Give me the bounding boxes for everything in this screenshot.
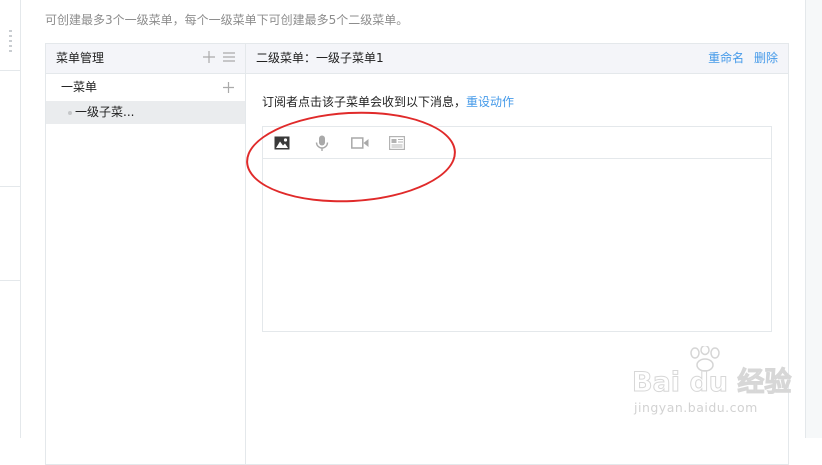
- media-toolbar: [263, 127, 771, 159]
- menu-tree-title: 菜单管理: [56, 51, 105, 65]
- detail-header: 二级菜单：一级子菜单1 重命名 删除: [246, 44, 788, 74]
- message-prompt: 订阅者点击该子菜单会收到以下消息，重设动作: [262, 93, 514, 110]
- submenu-item-label: 一级子菜...: [75, 105, 135, 119]
- menu-editor-panel: 菜单管理 一菜单 一级子菜... 二级菜单：一级子菜单1 重命名 删除 订阅者点…: [45, 43, 789, 465]
- left-sidebar-strip: [0, 0, 21, 438]
- plus-icon[interactable]: [223, 74, 234, 101]
- menu-item-level1[interactable]: 一菜单: [46, 74, 245, 101]
- message-editor: [262, 126, 772, 332]
- plus-icon[interactable]: [203, 44, 215, 73]
- divider: [0, 280, 20, 281]
- submenu-detail-column: 二级菜单：一级子菜单1 重命名 删除 订阅者点击该子菜单会收到以下消息，重设动作: [246, 44, 788, 464]
- reset-action-link[interactable]: 重设动作: [466, 95, 514, 109]
- bullet-icon: [68, 111, 72, 115]
- rename-link[interactable]: 重命名: [708, 51, 744, 65]
- divider: [0, 70, 20, 71]
- divider: [0, 186, 20, 187]
- microphone-icon[interactable]: [315, 135, 333, 151]
- menu-limit-hint: 可创建最多3个一级菜单，每个一级菜单下可创建最多5个二级菜单。: [45, 13, 409, 27]
- detail-title: 二级菜单：一级子菜单1: [256, 51, 384, 65]
- list-icon[interactable]: [223, 44, 235, 73]
- drag-handle-icon[interactable]: [9, 30, 12, 54]
- scrollbar-track[interactable]: [805, 0, 822, 438]
- message-content-area[interactable]: [263, 159, 771, 331]
- image-icon[interactable]: [274, 135, 292, 151]
- menu-item-label: 一菜单: [61, 80, 98, 94]
- menu-tree-column: 菜单管理 一菜单 一级子菜...: [46, 44, 246, 464]
- delete-link[interactable]: 删除: [754, 51, 778, 65]
- message-prompt-text: 订阅者点击该子菜单会收到以下消息，: [262, 95, 467, 109]
- news-icon[interactable]: [389, 135, 407, 151]
- submenu-item-selected[interactable]: 一级子菜...: [46, 101, 245, 124]
- menu-tree-header: 菜单管理: [46, 44, 245, 74]
- video-icon[interactable]: [351, 135, 369, 151]
